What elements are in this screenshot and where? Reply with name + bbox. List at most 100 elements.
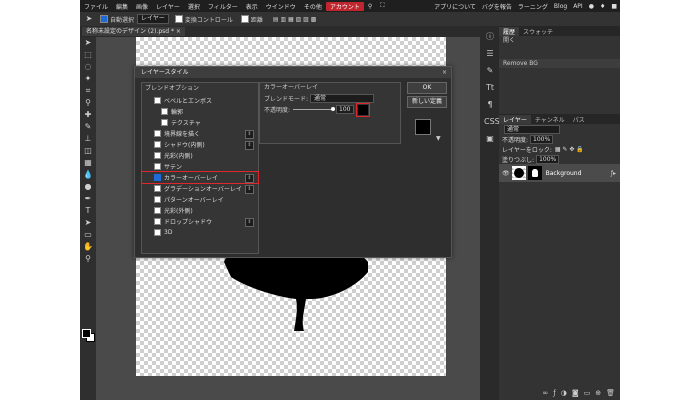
hand-icon[interactable]: ✋	[83, 242, 93, 252]
menu-layer[interactable]: レイヤー	[152, 2, 184, 11]
menu-image[interactable]: 画像	[132, 2, 152, 11]
menu-account[interactable]: アカウント	[325, 1, 364, 11]
effect-checkbox[interactable]	[154, 196, 161, 203]
eyedropper-icon[interactable]: ⚲	[83, 98, 93, 108]
css-icon[interactable]: CSS	[484, 116, 500, 128]
eraser-icon[interactable]: ◫	[83, 146, 93, 156]
effect-item[interactable]: 3D	[142, 227, 258, 238]
effect-checkbox[interactable]	[154, 229, 161, 236]
layer-select-dropdown[interactable]: レイヤー	[137, 14, 169, 24]
eye-icon[interactable]: 👁	[502, 170, 510, 177]
effect-item[interactable]: グラデーションオーバーレイ ⇕	[142, 183, 258, 194]
gradient-icon[interactable]: ▦	[83, 158, 93, 168]
opacity-input[interactable]: 100	[336, 105, 355, 114]
layer-fill-input[interactable]: 100%	[536, 154, 560, 164]
opacity-slider[interactable]	[293, 107, 336, 111]
effect-stepper[interactable]: ⇕	[245, 174, 254, 183]
effect-checkbox[interactable]	[154, 97, 161, 104]
auto-select-checkbox[interactable]	[100, 15, 108, 23]
character-icon[interactable]: Tt	[484, 82, 496, 94]
menu-about[interactable]: アプリについて	[431, 2, 479, 11]
effect-item[interactable]: 輪郭	[142, 106, 258, 117]
dodge-icon[interactable]: ●	[83, 182, 93, 192]
effect-checkbox[interactable]	[154, 207, 161, 214]
properties-icon[interactable]: ☰	[484, 48, 496, 60]
mask-icon[interactable]: ◙	[572, 389, 579, 397]
effect-checkbox[interactable]	[154, 174, 161, 181]
search-icon[interactable]: ⚲	[364, 3, 376, 10]
menu-learning[interactable]: ラーニング	[515, 2, 551, 11]
brush-icon[interactable]: ✎	[83, 122, 93, 132]
menu-window[interactable]: ウインドウ	[262, 2, 300, 11]
foreground-color-swatch[interactable]	[82, 329, 91, 338]
effect-checkbox[interactable]	[161, 119, 168, 126]
link-icon[interactable]: ∞	[542, 389, 548, 397]
effect-item[interactable]: カラーオーバーレイ ⇕	[141, 171, 259, 184]
effect-item[interactable]: パターンオーバーレイ	[142, 194, 258, 205]
menu-file[interactable]: ファイル	[80, 2, 112, 11]
preview-toggle-icon[interactable]: ▼	[436, 135, 441, 142]
info-icon[interactable]: ⓘ	[484, 31, 496, 43]
effect-checkbox[interactable]	[154, 185, 161, 192]
align-icons[interactable]: ▤ ▥ ▦ ▧ ▨ ▩	[273, 16, 317, 23]
path-select-icon[interactable]: ➤	[83, 218, 93, 228]
blend-mode-select[interactable]: 通常	[310, 94, 375, 103]
ok-button[interactable]: OK	[407, 82, 447, 94]
blend-options-heading[interactable]: ブレンドオプション	[142, 83, 258, 95]
magic-wand-icon[interactable]: ✦	[83, 74, 93, 84]
image-icon[interactable]: ▣	[484, 133, 496, 145]
effect-checkbox[interactable]	[154, 163, 161, 170]
tab-layers[interactable]: レイヤー	[499, 114, 531, 124]
menu-api[interactable]: API	[570, 3, 586, 10]
layer-row-background[interactable]: 👁 Background ƒ▸	[499, 164, 620, 182]
transform-checkbox[interactable]	[174, 15, 183, 23]
effect-item[interactable]: 光彩(外側)	[142, 205, 258, 216]
distance-checkbox[interactable]	[240, 15, 249, 23]
crop-icon[interactable]: ⌗	[83, 86, 93, 96]
document-tab[interactable]: 名称未設定のデザイン (2).psd * ×	[82, 27, 185, 36]
effect-stepper[interactable]: ⇕	[245, 185, 254, 194]
paragraph-icon[interactable]: ¶	[484, 99, 496, 111]
effect-item[interactable]: テクスチャ	[142, 117, 258, 128]
layer-mask-thumbnail[interactable]	[527, 166, 542, 180]
effect-item[interactable]: 境界線を描く ⇕	[142, 128, 258, 139]
menu-view[interactable]: 表示	[242, 2, 262, 11]
menu-filter[interactable]: フィルター	[204, 2, 242, 11]
history-item[interactable]: Remove BG	[499, 59, 620, 68]
effect-stepper[interactable]: ⇕	[245, 218, 254, 227]
effect-checkbox[interactable]	[154, 152, 161, 159]
menu-edit[interactable]: 編集	[112, 2, 132, 11]
type-icon[interactable]: T	[83, 206, 93, 216]
effect-stepper[interactable]: ⇕	[245, 130, 254, 139]
menu-more[interactable]: その他	[300, 2, 326, 11]
lock-icons[interactable]: ▦ ✎ ✥ 🔒	[555, 146, 584, 153]
effect-checkbox[interactable]	[154, 130, 161, 137]
marquee-icon[interactable]: ⬚	[83, 50, 93, 60]
blur-icon[interactable]: 💧	[83, 170, 93, 180]
tab-paths[interactable]: パス	[569, 115, 589, 124]
new-style-button[interactable]: 新しい定義	[407, 96, 447, 108]
effect-item[interactable]: ドロップシャドウ ⇕	[142, 216, 258, 227]
layer-opacity-input[interactable]: 100%	[530, 134, 554, 144]
fullscreen-icon[interactable]: ⛶	[376, 2, 388, 10]
effect-item[interactable]: 光彩(内側)	[142, 150, 258, 161]
menu-report-bug[interactable]: バグを報告	[479, 2, 515, 11]
adjustment-icon[interactable]: ◑	[561, 389, 567, 397]
effect-stepper[interactable]: ⇕	[245, 141, 254, 150]
zoom-icon[interactable]: ⚲	[83, 254, 93, 264]
clone-stamp-icon[interactable]: ⊥	[83, 134, 93, 144]
tab-swatches[interactable]: スウォッチ	[519, 27, 557, 36]
facebook-icon[interactable]: ■	[608, 3, 620, 10]
effect-item[interactable]: シャドウ(内側) ⇕	[142, 139, 258, 150]
effect-item[interactable]: ベベルとエンボス	[142, 95, 258, 106]
overlay-color-swatch[interactable]	[356, 102, 371, 117]
tab-history[interactable]: 履歴	[499, 26, 520, 36]
layer-blend-mode-select[interactable]: 通常	[504, 124, 560, 134]
pen-icon[interactable]: ✒	[83, 194, 93, 204]
twitter-icon[interactable]: ♦	[597, 3, 608, 10]
brush-settings-icon[interactable]: ✎	[484, 65, 496, 77]
dialog-title-bar[interactable]: レイヤースタイル ×	[135, 67, 451, 78]
lasso-icon[interactable]: ◌	[83, 62, 93, 72]
effect-checkbox[interactable]	[161, 108, 168, 115]
effect-checkbox[interactable]	[154, 218, 161, 225]
